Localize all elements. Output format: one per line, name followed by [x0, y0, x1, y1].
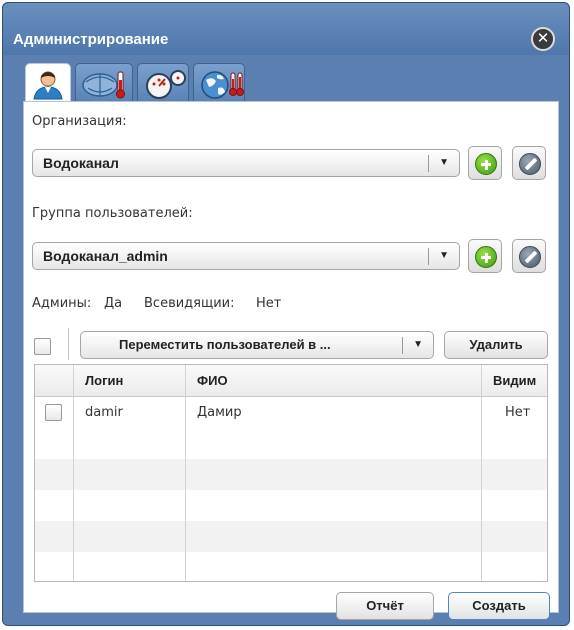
- tab-globe-settings[interactable]: [193, 63, 245, 101]
- user-group-label: Группа пользователей:: [32, 206, 193, 221]
- edit-user-group-button[interactable]: [512, 239, 546, 273]
- organization-select-value: Водоканал: [43, 155, 119, 171]
- select-all-checkbox[interactable]: [34, 338, 51, 355]
- column-header-visible[interactable]: Видим: [493, 373, 536, 388]
- user-icon: [33, 71, 63, 100]
- chevron-down-icon: ▼: [439, 250, 449, 261]
- table-header: Логин ФИО Видим: [35, 365, 547, 397]
- select-divider: [428, 155, 429, 172]
- user-group-select[interactable]: Водоканал_admin ▼: [32, 242, 460, 270]
- cell-login: damir: [85, 405, 123, 420]
- table-row-empty: [35, 521, 547, 552]
- organization-select[interactable]: Водоканал ▼: [32, 149, 460, 177]
- report-button[interactable]: Отчёт: [336, 592, 434, 620]
- close-icon[interactable]: ✕: [531, 27, 555, 51]
- dialog-titlebar: Администрирование ✕: [3, 3, 569, 55]
- network-thermometer-icon: [82, 71, 125, 99]
- table-row[interactable]: damir Дамир Нет: [35, 397, 547, 428]
- pencil-icon: [519, 153, 541, 175]
- cell-visible: Нет: [505, 405, 531, 420]
- plus-icon: [475, 153, 497, 175]
- dialog-title: Администрирование: [13, 31, 169, 48]
- tab-gauges[interactable]: [137, 63, 189, 101]
- toolbar-divider: [68, 328, 69, 360]
- chevron-down-icon: ▼: [413, 339, 423, 350]
- gauges-icon: [146, 70, 186, 99]
- cell-name: Дамир: [197, 405, 242, 420]
- add-user-group-button[interactable]: [468, 239, 502, 273]
- users-panel: Организация: Водоканал ▼ Группа пользова…: [23, 101, 559, 620]
- organization-label: Организация:: [32, 114, 127, 129]
- admins-value: Да: [104, 296, 123, 311]
- plus-icon: [475, 246, 497, 268]
- admins-label: Админы:: [32, 296, 92, 311]
- move-users-label: Переместить пользователей в ...: [119, 337, 331, 352]
- row-checkbox[interactable]: [45, 404, 62, 421]
- user-group-select-value: Водоканал_admin: [43, 248, 168, 264]
- globe-thermometer-icon: [201, 71, 244, 99]
- add-organization-button[interactable]: [468, 146, 502, 180]
- table-row-empty: [35, 459, 547, 490]
- users-table: Логин ФИО Видим damir Дамир Нет: [34, 364, 548, 582]
- edit-organization-button[interactable]: [512, 146, 546, 180]
- see-all-label: Всевидящии:: [144, 296, 235, 311]
- delete-button[interactable]: Удалить: [444, 331, 548, 359]
- select-divider: [428, 248, 429, 265]
- tab-users[interactable]: [25, 63, 71, 103]
- create-button[interactable]: Создать: [448, 592, 550, 620]
- column-header-name[interactable]: ФИО: [197, 373, 228, 388]
- admin-dialog: Администрирование ✕ Организация: Водокан…: [2, 2, 570, 626]
- select-divider: [402, 337, 403, 354]
- chevron-down-icon: ▼: [439, 157, 449, 168]
- pencil-icon: [519, 246, 541, 268]
- tab-network-settings[interactable]: [75, 63, 133, 101]
- move-users-dropdown[interactable]: Переместить пользователей в ... ▼: [80, 331, 434, 359]
- see-all-value: Нет: [256, 296, 282, 311]
- column-header-login[interactable]: Логин: [85, 373, 123, 388]
